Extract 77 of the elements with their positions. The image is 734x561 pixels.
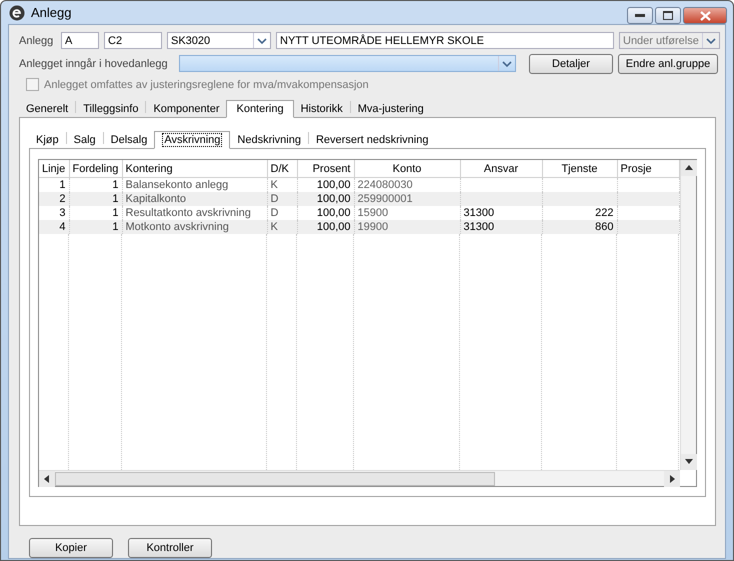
field-label: Anlegget inngår i hovedanlegg bbox=[19, 58, 169, 70]
scroll-left-icon bbox=[42, 474, 52, 484]
table-cell: 1 bbox=[112, 221, 118, 233]
caret-icon bbox=[257, 36, 267, 44]
table-cell: D bbox=[270, 193, 278, 205]
tab[interactable]: Avskrivning bbox=[154, 131, 230, 149]
minimize-icon bbox=[635, 14, 645, 18]
action-button[interactable]: Kopier bbox=[29, 538, 113, 558]
table-cell: 31300 bbox=[464, 207, 494, 219]
table-cell: 259900001 bbox=[358, 193, 413, 205]
change-group-button[interactable]: Endre anl.gruppe bbox=[618, 54, 718, 74]
caret-icon bbox=[706, 36, 716, 44]
column-header[interactable]: Konto bbox=[354, 160, 460, 178]
checkbox-label: Anlegget omfattes av justeringsreglene for mva/mvakompensasjon bbox=[44, 78, 369, 90]
table-cell: 222 bbox=[595, 207, 614, 219]
action-button[interactable]: Kontroller bbox=[128, 538, 212, 558]
table-cell: 224080030 bbox=[358, 179, 413, 191]
table-cell: D bbox=[270, 207, 278, 219]
tab[interactable]: Kontering bbox=[226, 100, 294, 118]
table-cell: 4 bbox=[59, 221, 66, 233]
table-cell: Kapitalkonto bbox=[126, 193, 186, 205]
details-button[interactable]: Detaljer bbox=[529, 54, 613, 74]
maximize-button[interactable] bbox=[655, 7, 681, 24]
input-field[interactable]: C2 bbox=[104, 32, 162, 49]
table-cell: 3 bbox=[59, 207, 66, 219]
column-header[interactable]: Fordeling bbox=[69, 160, 122, 178]
table-cell: 31300 bbox=[464, 221, 494, 233]
column-header[interactable]: Linje bbox=[39, 160, 69, 178]
table-cell: K bbox=[270, 179, 278, 191]
input-field[interactable]: A bbox=[61, 32, 99, 49]
horizontal-scrollbar[interactable] bbox=[39, 470, 680, 486]
vertical-scrollbar[interactable] bbox=[680, 160, 696, 470]
close-button[interactable] bbox=[683, 7, 727, 24]
tab[interactable]: Salg bbox=[66, 132, 103, 148]
table-cell: 1 bbox=[112, 179, 118, 191]
input-field[interactable]: NYTT UTEOMRÅDE HELLEMYR SKOLE bbox=[276, 32, 614, 49]
column-header[interactable]: Prosje bbox=[617, 160, 679, 178]
caret-icon bbox=[502, 60, 512, 68]
table-cell: 19900 bbox=[358, 221, 388, 233]
table-cell: 100,00 bbox=[316, 193, 350, 205]
tab[interactable]: Nedskrivning bbox=[230, 132, 308, 148]
table-cell: 15900 bbox=[358, 207, 388, 219]
tab[interactable]: Historikk bbox=[294, 101, 350, 117]
window-title: Anlegg bbox=[31, 5, 72, 20]
scroll-up-icon bbox=[684, 163, 694, 173]
parent-asset-dropdown[interactable] bbox=[179, 55, 516, 72]
table-cell: 1 bbox=[112, 207, 118, 219]
tab[interactable]: Reversert nedskrivning bbox=[308, 132, 436, 148]
table-cell: 100,00 bbox=[316, 221, 350, 233]
scroll-right-icon bbox=[667, 474, 677, 484]
tab[interactable]: Kjøp bbox=[29, 132, 66, 148]
column-header[interactable]: Prosent bbox=[297, 160, 354, 178]
column-header[interactable]: Ansvar bbox=[460, 160, 542, 178]
column-header[interactable]: D/K bbox=[267, 160, 297, 178]
table-cell: Balansekonto anlegg bbox=[126, 179, 228, 191]
tab[interactable]: Generelt bbox=[19, 101, 76, 117]
maximize-icon bbox=[663, 11, 673, 20]
table-cell: 1 bbox=[112, 193, 118, 205]
table-cell: Motkonto avskrivning bbox=[126, 221, 229, 233]
table-cell: 100,00 bbox=[316, 207, 350, 219]
minimize-button[interactable] bbox=[627, 7, 653, 24]
tab[interactable]: Delsalg bbox=[104, 132, 154, 148]
close-icon bbox=[700, 10, 710, 20]
field-label: Anlegg bbox=[19, 34, 54, 46]
table-cell: 860 bbox=[595, 221, 614, 233]
app-logo-icon bbox=[9, 4, 25, 20]
table-cell: Resultatkonto avskrivning bbox=[126, 207, 251, 219]
tab[interactable]: Tilleggsinfo bbox=[76, 101, 146, 117]
column-header[interactable]: Tjenste bbox=[542, 160, 617, 178]
table-cell: 1 bbox=[59, 179, 66, 191]
table-cell: K bbox=[270, 221, 278, 233]
tab[interactable]: Komponenter bbox=[146, 101, 226, 117]
column-header[interactable]: Kontering bbox=[122, 160, 267, 178]
table-cell: 2 bbox=[59, 193, 66, 205]
group-dropdown[interactable]: SK3020 bbox=[167, 32, 271, 49]
tab[interactable]: Mva-justering bbox=[350, 101, 431, 117]
table-cell: 100,00 bbox=[316, 179, 350, 191]
